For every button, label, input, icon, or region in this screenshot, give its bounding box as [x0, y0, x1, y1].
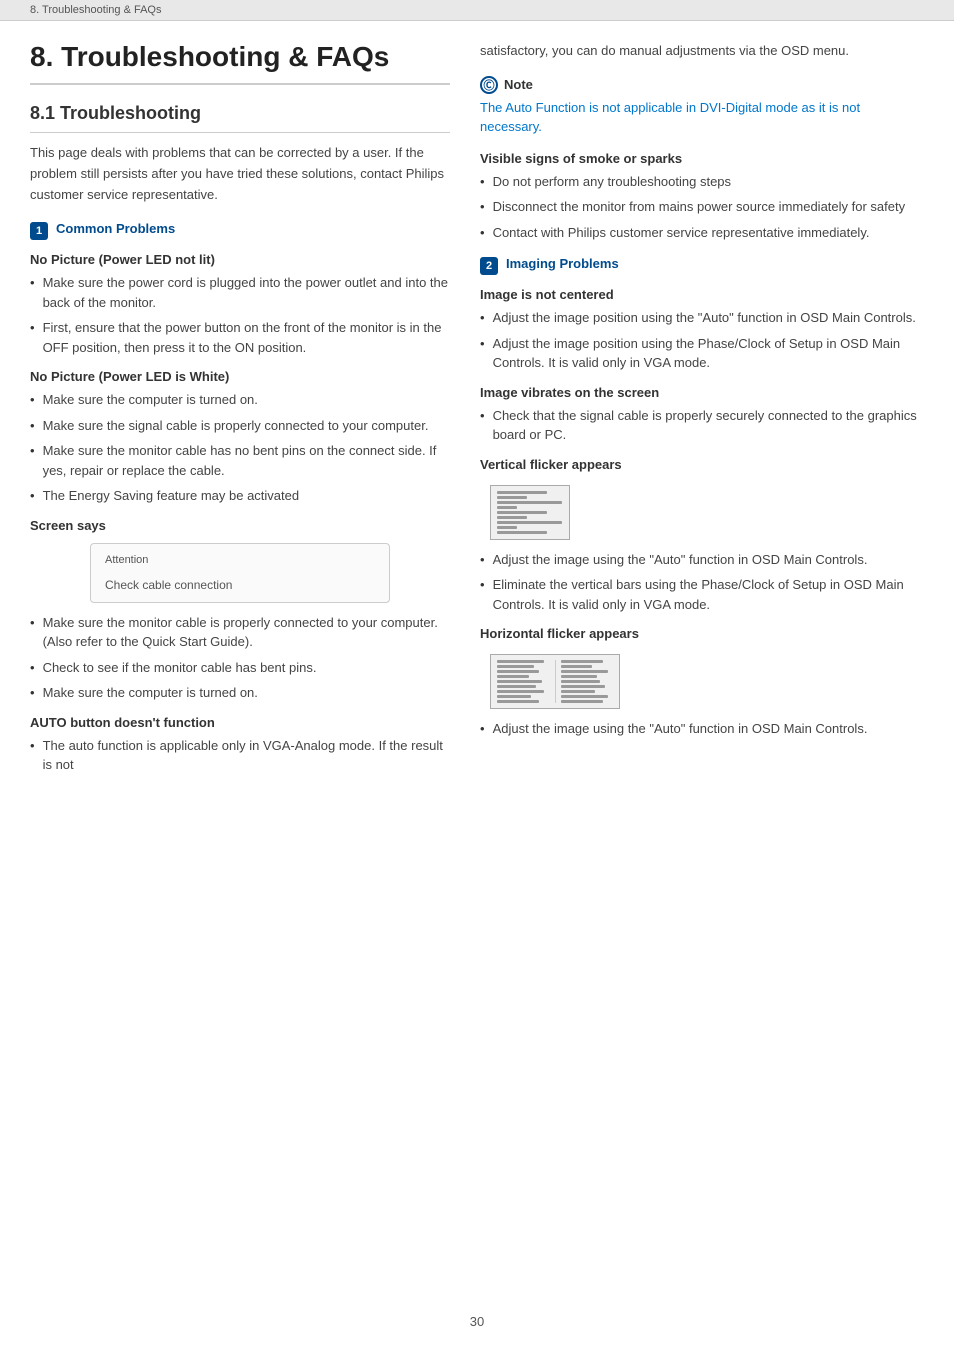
list-item: Adjust the image using the "Auto" functi… — [480, 550, 924, 570]
imaging-problems-label: Imaging Problems — [506, 256, 619, 271]
list-item: Make sure the monitor cable is properly … — [30, 613, 450, 652]
vertical-flicker-visual — [490, 485, 570, 540]
common-problems-badge: 1 — [30, 222, 48, 240]
left-column: 8. Troubleshooting & FAQs 8.1 Troublesho… — [30, 41, 450, 1264]
list-item: Make sure the computer is turned on. — [30, 390, 450, 410]
list-item: Disconnect the monitor from mains power … — [480, 197, 924, 217]
list-item: Contact with Philips customer service re… — [480, 223, 924, 243]
visible-signs-title: Visible signs of smoke or sparks — [480, 151, 924, 166]
image-vibrates-title: Image vibrates on the screen — [480, 385, 924, 400]
screen-attention-label: Attention — [105, 554, 375, 566]
list-item: Check to see if the monitor cable has be… — [30, 658, 450, 678]
section-heading: 8.1 Troubleshooting — [30, 103, 450, 133]
list-item: Adjust the image using the "Auto" functi… — [480, 719, 924, 739]
list-item: Make sure the signal cable is properly c… — [30, 416, 450, 436]
auto-button-list: The auto function is applicable only in … — [30, 736, 450, 775]
no-picture-led-white-list: Make sure the computer is turned on. Mak… — [30, 390, 450, 506]
no-picture-led-off-list: Make sure the power cord is plugged into… — [30, 273, 450, 357]
common-problems-label: Common Problems — [56, 221, 175, 236]
screen-says-title: Screen says — [30, 518, 450, 533]
horizontal-flicker-image — [490, 651, 924, 709]
screen-says-list: Make sure the monitor cable is properly … — [30, 613, 450, 703]
list-item: Make sure the power cord is plugged into… — [30, 273, 450, 312]
breadcrumb: 8. Troubleshooting & FAQs — [0, 0, 954, 21]
image-not-centered-list: Adjust the image position using the "Aut… — [480, 308, 924, 373]
note-label: Note — [504, 77, 533, 92]
imaging-problems-section: 2 Imaging Problems — [480, 256, 924, 275]
image-vibrates-list: Check that the signal cable is properly … — [480, 406, 924, 445]
list-item: The auto function is applicable only in … — [30, 736, 450, 775]
visible-signs-list: Do not perform any troubleshooting steps… — [480, 172, 924, 243]
list-item: Do not perform any troubleshooting steps — [480, 172, 924, 192]
list-item: The Energy Saving feature may be activat… — [30, 486, 450, 506]
note-header: Ⓒ Note — [480, 76, 924, 94]
intro-text: This page deals with problems that can b… — [30, 143, 450, 205]
auto-button-title: AUTO button doesn't function — [30, 715, 450, 730]
list-item: First, ensure that the power button on t… — [30, 318, 450, 357]
list-item: Adjust the image position using the "Aut… — [480, 308, 924, 328]
page-number: 30 — [0, 1304, 954, 1349]
note-text: The Auto Function is not applicable in D… — [480, 98, 924, 137]
no-picture-led-off-title: No Picture (Power LED not lit) — [30, 252, 450, 267]
page: 8. Troubleshooting & FAQs 8. Troubleshoo… — [0, 0, 954, 1349]
common-problems-section: 1 Common Problems — [30, 221, 450, 240]
list-item: Adjust the image position using the Phas… — [480, 334, 924, 373]
horizontal-flicker-visual — [490, 654, 620, 709]
right-col-cont-text: satisfactory, you can do manual adjustme… — [480, 41, 924, 62]
screen-says-box: Attention Check cable connection — [90, 543, 390, 603]
vertical-flicker-title: Vertical flicker appears — [480, 457, 924, 472]
page-title: 8. Troubleshooting & FAQs — [30, 41, 450, 85]
list-item: Eliminate the vertical bars using the Ph… — [480, 575, 924, 614]
right-column: satisfactory, you can do manual adjustme… — [480, 41, 924, 1264]
list-item: Make sure the computer is turned on. — [30, 683, 450, 703]
image-not-centered-title: Image is not centered — [480, 287, 924, 302]
note-icon: Ⓒ — [480, 76, 498, 94]
list-item: Check that the signal cable is properly … — [480, 406, 924, 445]
vertical-flicker-image — [490, 482, 924, 540]
vertical-flicker-list: Adjust the image using the "Auto" functi… — [480, 550, 924, 615]
note-box: Ⓒ Note The Auto Function is not applicab… — [480, 76, 924, 137]
no-picture-led-white-title: No Picture (Power LED is White) — [30, 369, 450, 384]
horizontal-flicker-list: Adjust the image using the "Auto" functi… — [480, 719, 924, 739]
list-item: Make sure the monitor cable has no bent … — [30, 441, 450, 480]
horizontal-flicker-title: Horizontal flicker appears — [480, 626, 924, 641]
screen-check-cable: Check cable connection — [105, 578, 375, 592]
imaging-problems-badge: 2 — [480, 257, 498, 275]
